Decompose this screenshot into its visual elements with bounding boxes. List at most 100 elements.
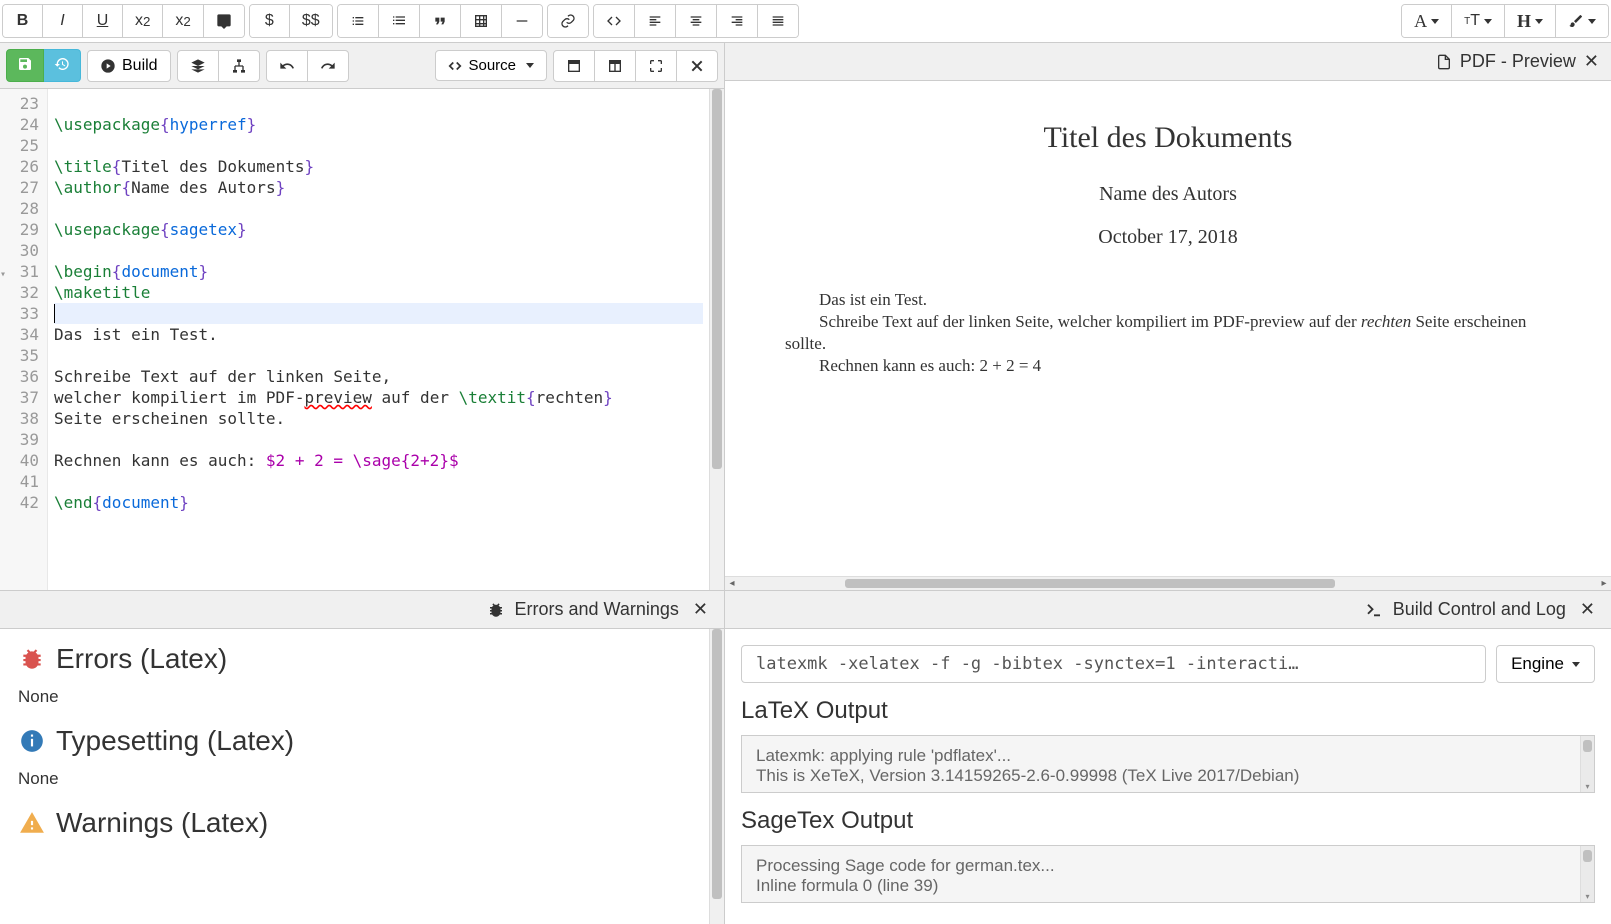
align-left-icon [647, 13, 663, 29]
line-gutter: 2324252627282930313233343536373839404142 [0, 89, 48, 590]
errors-none: None [18, 687, 706, 707]
comment-button[interactable] [204, 5, 244, 37]
fullscreen-button[interactable] [636, 50, 677, 82]
latex-output-box[interactable]: Latexmk: applying rule 'pdflatex'... Thi… [741, 735, 1595, 793]
latex-output-heading: LaTeX Output [741, 697, 1595, 725]
redo-icon [320, 58, 336, 74]
bullet-list-icon [350, 13, 366, 29]
pdf-view[interactable]: Titel des Dokuments Name des Autors Octo… [725, 81, 1611, 576]
italic-button[interactable]: I [43, 5, 83, 37]
numbered-list-icon [391, 13, 407, 29]
single-pane-icon [566, 58, 582, 74]
sagetex-output-heading: SageTex Output [741, 807, 1595, 835]
expand-icon [648, 58, 664, 74]
time-travel-button[interactable] [44, 49, 81, 82]
terminal-icon [1365, 601, 1383, 619]
bold-button[interactable]: B [3, 5, 43, 37]
latex-output-scrollbar[interactable]: ▴▾ [1580, 736, 1594, 792]
split-vertical-button[interactable] [595, 50, 636, 82]
align-right-button[interactable] [717, 5, 758, 37]
quote-button[interactable] [420, 5, 461, 37]
outline-button[interactable] [219, 50, 260, 82]
engine-dropdown[interactable]: Engine [1496, 645, 1595, 683]
align-center-icon [688, 13, 704, 29]
table-button[interactable] [461, 5, 502, 37]
warnings-heading: Warnings (Latex) [18, 807, 706, 839]
errors-heading: Errors (Latex) [18, 643, 706, 675]
pdf-page: Titel des Dokuments Name des Autors Octo… [725, 81, 1611, 417]
unordered-list-button[interactable] [338, 5, 379, 37]
close-icon [689, 58, 705, 74]
close-pdf-button[interactable]: ✕ [1584, 51, 1599, 72]
display-math-button[interactable]: $$ [290, 5, 332, 37]
inline-math-button[interactable]: $ [250, 5, 290, 37]
justify-button[interactable] [758, 5, 798, 37]
code-icon [448, 59, 462, 73]
play-icon [100, 58, 116, 74]
sagetex-output-scrollbar[interactable]: ▴▾ [1580, 846, 1594, 902]
errors-scrollbar[interactable] [709, 629, 724, 924]
split-pane-icon [607, 58, 623, 74]
build-button[interactable]: Build [87, 50, 171, 82]
build-panel-header: Build Control and Log ✕ [725, 591, 1611, 629]
code-editor[interactable]: 2324252627282930313233343536373839404142… [0, 89, 724, 590]
align-left-button[interactable] [635, 5, 676, 37]
link-icon [560, 13, 576, 29]
table-icon [473, 13, 489, 29]
typesetting-none: None [18, 769, 706, 789]
build-panel-title: Build Control and Log [1393, 599, 1566, 620]
close-build-button[interactable]: ✕ [1576, 599, 1599, 620]
ordered-list-button[interactable] [379, 5, 420, 37]
editor-redo-button[interactable] [308, 50, 349, 82]
code-button[interactable] [594, 5, 635, 37]
errors-panel-body: Errors (Latex) None Typesetting (Latex) … [0, 629, 724, 924]
layers-icon [190, 58, 206, 74]
save-button[interactable] [6, 49, 44, 82]
align-right-icon [729, 13, 745, 29]
errors-panel-title: Errors and Warnings [515, 599, 679, 620]
horizontal-rule-icon [514, 13, 530, 29]
close-editor-button[interactable] [677, 50, 718, 82]
subscript-button[interactable]: x2 [123, 5, 163, 37]
code-icon [606, 13, 622, 29]
color-dropdown[interactable] [1556, 5, 1608, 37]
split-none-button[interactable] [553, 50, 595, 82]
sagetex-output-box[interactable]: Processing Sage code for german.tex... I… [741, 845, 1595, 903]
speech-bubble-icon [216, 13, 232, 29]
align-center-button[interactable] [676, 5, 717, 37]
history-icon [54, 56, 70, 72]
build-toolbar: Build Source [0, 43, 724, 89]
warning-icon [19, 810, 45, 836]
pdf-title: Titel des Dokuments [785, 121, 1551, 155]
pdf-preview-title: PDF - Preview [1460, 51, 1576, 72]
justify-icon [770, 13, 786, 29]
bug-icon [487, 601, 505, 619]
layers-button[interactable] [177, 50, 219, 82]
brush-icon [1568, 13, 1584, 29]
undo-icon [279, 58, 295, 74]
editor-undo-button[interactable] [266, 50, 308, 82]
superscript-button[interactable]: x2 [163, 5, 203, 37]
hr-button[interactable] [502, 5, 542, 37]
pdf-paragraph: Rechnen kann es auch: 2 + 2 = 4 [785, 355, 1551, 377]
link-button[interactable] [548, 5, 588, 37]
font-dropdown[interactable]: A [1402, 5, 1452, 37]
text-size-dropdown[interactable]: TT [1452, 5, 1505, 37]
typesetting-heading: Typesetting (Latex) [18, 725, 706, 757]
code-content[interactable]: \usepackage{hyperref}\title{Titel des Do… [48, 89, 709, 590]
pdf-horizontal-scrollbar[interactable]: ◂ ▸ [725, 576, 1611, 590]
pdf-paragraph: Das ist ein Test. [785, 289, 1551, 311]
errors-panel-header: Errors and Warnings ✕ [0, 591, 724, 629]
header-dropdown[interactable]: H [1505, 5, 1556, 37]
bug-icon [19, 646, 45, 672]
quote-icon [432, 13, 448, 29]
build-command-input[interactable]: latexmk -xelatex -f -g -bibtex -synctex=… [741, 645, 1486, 683]
pdf-file-icon [1436, 53, 1452, 71]
underline-button[interactable]: U [83, 5, 123, 37]
close-errors-button[interactable]: ✕ [689, 599, 712, 620]
source-dropdown[interactable]: Source [435, 50, 547, 81]
pdf-date: October 17, 2018 [785, 226, 1551, 249]
editor-scrollbar[interactable] [709, 89, 724, 590]
save-icon [17, 56, 33, 72]
pdf-author: Name des Autors [785, 183, 1551, 206]
